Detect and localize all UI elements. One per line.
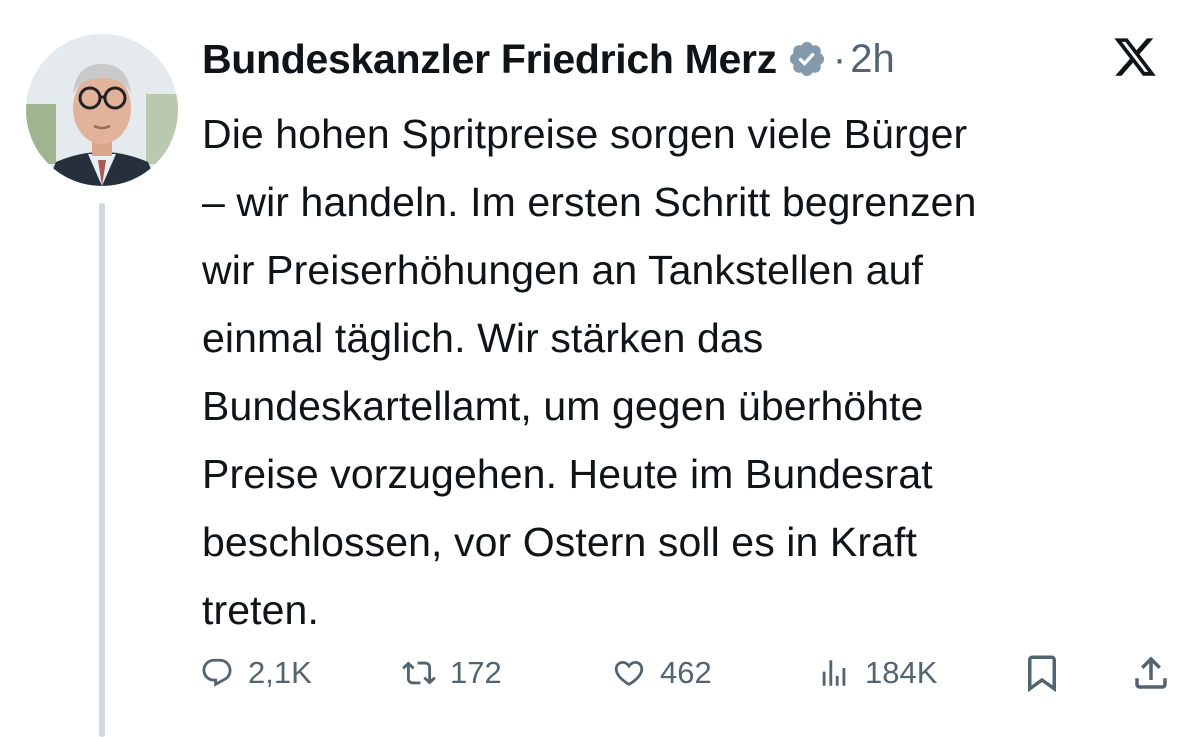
tweet-action-bar: 2,1K 172 462 184K — [200, 646, 1175, 700]
tweet-header: Bundeskanzler Friedrich Merz · 2h — [202, 28, 895, 90]
author-name[interactable]: Bundeskanzler Friedrich Merz — [202, 36, 777, 83]
views-bar-chart-icon — [822, 660, 846, 686]
views-button[interactable]: 184K — [817, 646, 937, 700]
post-timestamp[interactable]: 2h — [850, 37, 895, 82]
verified-badge-icon[interactable] — [787, 39, 827, 79]
reply-count: 2,1K — [248, 655, 312, 690]
avatar-photo — [26, 34, 178, 186]
views-count: 184K — [865, 655, 938, 690]
repost-button[interactable]: 172 — [402, 646, 502, 700]
header-separator: · — [832, 36, 847, 81]
x-logo-icon[interactable] — [1112, 34, 1158, 80]
like-count: 462 — [660, 655, 712, 690]
reply-button[interactable]: 2,1K — [200, 646, 312, 700]
heart-icon — [614, 660, 644, 686]
bookmark-icon[interactable] — [1021, 652, 1063, 694]
share-icon[interactable] — [1130, 652, 1172, 694]
repost-icon — [402, 661, 436, 685]
reply-icon — [202, 658, 232, 687]
tweet-text: Die hohen Spritpreise sorgen viele Bürge… — [202, 111, 977, 633]
author-avatar[interactable] — [26, 34, 178, 186]
repost-count: 172 — [450, 655, 502, 690]
like-button[interactable]: 462 — [612, 646, 712, 700]
thread-connector-line — [99, 203, 105, 737]
